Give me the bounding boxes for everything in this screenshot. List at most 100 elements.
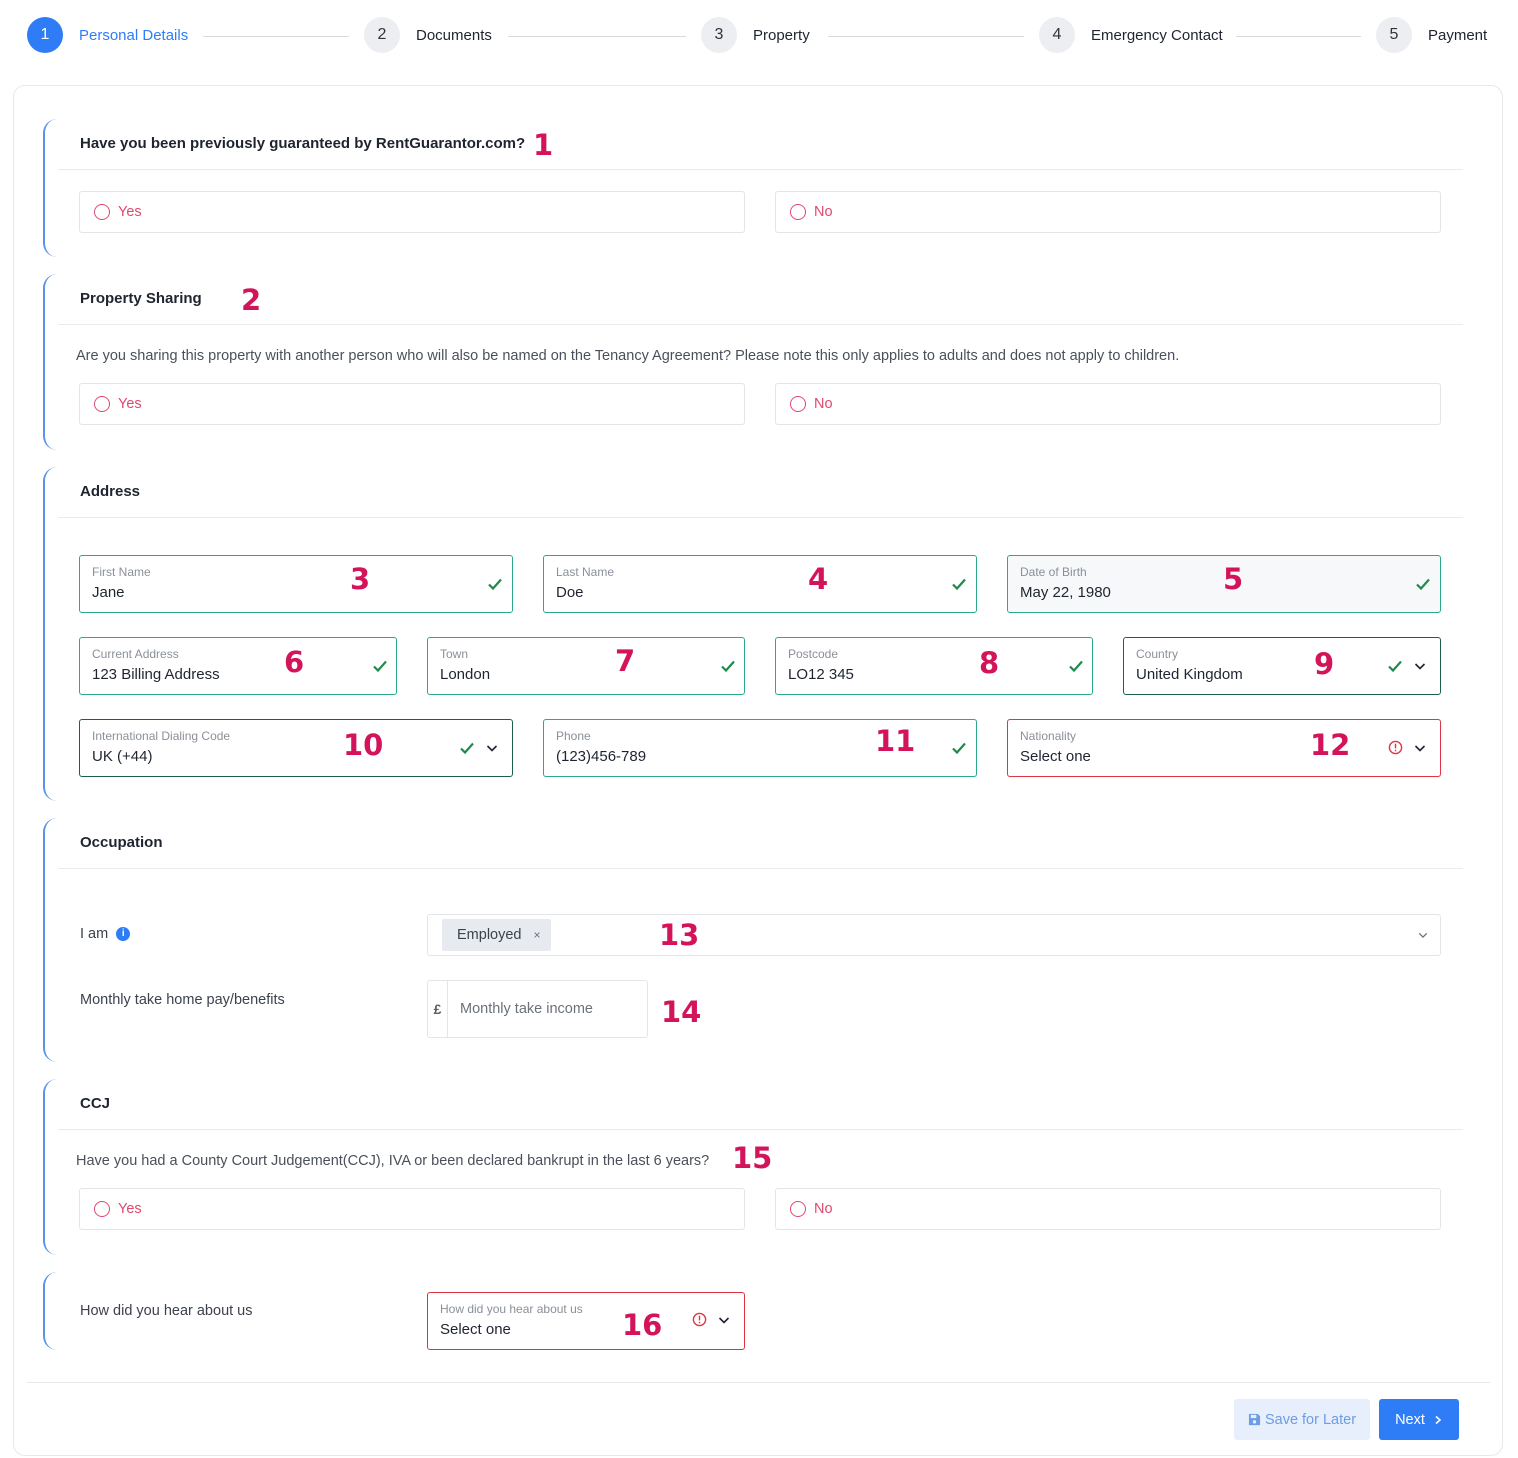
section-title: CCJ xyxy=(80,1095,111,1112)
occupation-multiselect[interactable]: Employed × 13 xyxy=(427,914,1441,956)
annotation-marker: 15 xyxy=(732,1141,773,1175)
ccj-no-option[interactable]: No xyxy=(775,1188,1441,1230)
check-icon xyxy=(373,660,387,673)
town-field[interactable]: Town London 7 xyxy=(427,637,745,695)
country-select[interactable]: Country United Kingdom 9 xyxy=(1123,637,1441,695)
i-am-label-text: I am xyxy=(80,926,109,942)
hear-about-us-select[interactable]: How did you hear about us Select one 16 xyxy=(427,1292,745,1350)
error-icon xyxy=(692,1312,707,1327)
field-value: 123 Billing Address xyxy=(92,666,220,683)
field-label: Date of Birth xyxy=(1020,565,1087,579)
field-value: LO12 345 xyxy=(788,666,854,683)
section-divider xyxy=(58,324,1463,325)
field-value: Doe xyxy=(556,584,584,601)
date-of-birth-field[interactable]: Date of Birth May 22, 1980 5 xyxy=(1007,555,1441,613)
field-label: Nationality xyxy=(1020,729,1077,743)
sharing-yes-option[interactable]: Yes xyxy=(79,383,745,425)
annotation-marker: 6 xyxy=(284,645,305,679)
section-address: Address First Name Jane 3 Last Name Doe … xyxy=(43,467,1463,801)
annotation-marker: 3 xyxy=(350,562,371,596)
field-value: May 22, 1980 xyxy=(1020,584,1111,601)
radio-label: No xyxy=(814,1201,833,1217)
radio-label: No xyxy=(814,204,833,220)
radio-icon xyxy=(790,1201,806,1217)
field-label: Postcode xyxy=(788,647,839,661)
chevron-down-icon[interactable] xyxy=(1414,742,1426,754)
field-value: (123)456-789 xyxy=(556,748,647,765)
field-value: Jane xyxy=(92,584,125,601)
radio-icon xyxy=(94,396,110,412)
next-button-label: Next xyxy=(1395,1411,1425,1428)
radio-label: Yes xyxy=(118,1201,142,1217)
check-icon xyxy=(952,742,966,755)
radio-label: Yes xyxy=(118,204,142,220)
ccj-yes-option[interactable]: Yes xyxy=(79,1188,745,1230)
step-payment[interactable]: 5 Payment xyxy=(1376,17,1487,53)
check-icon xyxy=(1069,660,1083,673)
save-button-label: Save for Later xyxy=(1264,1411,1357,1428)
monthly-pay-label: Monthly take home pay/benefits xyxy=(80,992,285,1008)
info-icon[interactable]: i xyxy=(116,927,131,942)
check-icon xyxy=(460,742,474,755)
postcode-field[interactable]: Postcode LO12 345 8 xyxy=(775,637,1093,695)
phone-field[interactable]: Phone (123)456-789 11 xyxy=(543,719,977,777)
step-emergency-contact[interactable]: 4 Emergency Contact xyxy=(1039,17,1223,53)
next-button[interactable]: Next xyxy=(1379,1399,1459,1440)
step-connector xyxy=(203,36,349,37)
section-divider xyxy=(58,1129,1463,1130)
remove-tag-icon[interactable]: × xyxy=(533,928,540,942)
current-address-field[interactable]: Current Address 123 Billing Address 6 xyxy=(79,637,397,695)
section-title: Address xyxy=(80,483,141,500)
annotation-marker: 2 xyxy=(241,283,262,317)
annotation-marker: 1 xyxy=(533,128,554,162)
annotation-marker: 10 xyxy=(343,728,384,762)
section-ccj: CCJ Have you had a County Court Judgemen… xyxy=(43,1079,1463,1255)
sharing-no-option[interactable]: No xyxy=(775,383,1441,425)
step-property[interactable]: 3 Property xyxy=(701,17,810,53)
annotation-marker: 12 xyxy=(1310,728,1351,762)
nationality-select[interactable]: Nationality Select one 12 xyxy=(1007,719,1441,777)
radio-icon xyxy=(94,204,110,220)
field-label: Last Name xyxy=(556,565,615,579)
section-property-sharing: Property Sharing 2 Are you sharing this … xyxy=(43,274,1463,450)
section-previously-guaranteed: Have you been previously guaranteed by R… xyxy=(43,119,1463,257)
field-value: Select one xyxy=(1020,748,1091,765)
field-label: First Name xyxy=(92,565,151,579)
section-occupation: Occupation I am i Employed × 13 Monthly t… xyxy=(43,818,1463,1062)
field-label: Town xyxy=(440,647,469,661)
guaranteed-no-option[interactable]: No xyxy=(775,191,1441,233)
previously-guaranteed-question: Have you been previously guaranteed by R… xyxy=(80,135,526,152)
step-number: 4 xyxy=(1039,17,1075,53)
check-icon xyxy=(488,578,502,591)
step-connector xyxy=(1236,36,1361,37)
chevron-down-icon[interactable] xyxy=(1418,930,1428,940)
field-value: London xyxy=(440,666,491,683)
step-personal-details[interactable]: 1 Personal Details xyxy=(27,17,188,53)
step-number: 5 xyxy=(1376,17,1412,53)
monthly-pay-input[interactable] xyxy=(448,981,647,1037)
step-documents[interactable]: 2 Documents xyxy=(364,17,492,53)
section-divider xyxy=(58,868,1463,869)
field-value: UK (+44) xyxy=(92,748,153,765)
selected-tag-employed: Employed × xyxy=(442,919,551,951)
step-label: Personal Details xyxy=(79,26,189,44)
first-name-field[interactable]: First Name Jane 3 xyxy=(79,555,513,613)
section-divider xyxy=(58,517,1463,518)
last-name-field[interactable]: Last Name Doe 4 xyxy=(543,555,977,613)
ccj-question: Have you had a County Court Judgement(CC… xyxy=(76,1153,710,1169)
chevron-down-icon[interactable] xyxy=(486,742,498,754)
guaranteed-yes-option[interactable]: Yes xyxy=(79,191,745,233)
chevron-down-icon[interactable] xyxy=(718,1314,730,1326)
annotation-marker: 7 xyxy=(615,644,636,678)
field-label: Current Address xyxy=(92,647,179,661)
dialing-code-select[interactable]: International Dialing Code UK (+44) 10 xyxy=(79,719,513,777)
step-label: Emergency Contact xyxy=(1091,26,1223,44)
monthly-pay-input-group: £ xyxy=(427,980,648,1038)
step-label: Property xyxy=(753,26,810,44)
chevron-down-icon[interactable] xyxy=(1414,660,1426,672)
save-for-later-button[interactable]: Save for Later xyxy=(1234,1399,1370,1440)
footer-divider xyxy=(27,1382,1490,1383)
radio-icon xyxy=(94,1201,110,1217)
radio-label: No xyxy=(814,396,833,412)
radio-icon xyxy=(790,204,806,220)
